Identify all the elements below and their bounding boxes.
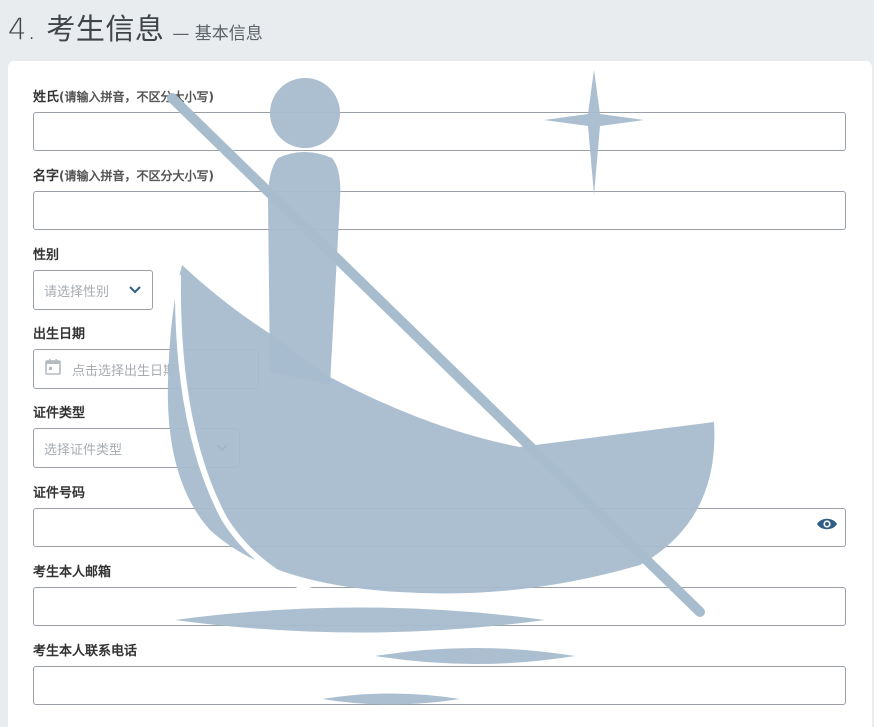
eye-icon[interactable] xyxy=(816,516,838,530)
gender-select[interactable]: 请选择性别 xyxy=(33,270,153,310)
last-name-label-text: 姓氏 xyxy=(33,90,60,105)
chevron-down-icon xyxy=(128,283,142,297)
id-type-label: 证件类型 xyxy=(33,406,86,421)
calendar-icon xyxy=(44,358,62,380)
first-name-label: 名字(请输入拼音，不区分大小写) xyxy=(33,165,214,184)
phone-label: 考生本人联系电话 xyxy=(33,644,138,659)
id-type-placeholder: 选择证件类型 xyxy=(44,442,123,458)
chevron-down-icon xyxy=(215,441,229,455)
last-name-input[interactable] xyxy=(33,112,846,151)
id-number-input[interactable] xyxy=(33,508,846,547)
email-input[interactable] xyxy=(33,587,846,626)
section-header: 4. 考生信息 — 基本信息 xyxy=(8,6,263,50)
birth-date-picker[interactable]: 点击选择出生日期 xyxy=(33,349,259,389)
section-title: 4. 考生信息 xyxy=(8,12,165,46)
birth-date-label: 出生日期 xyxy=(33,327,86,342)
last-name-hint: (请输入拼音，不区分大小写) xyxy=(59,90,214,104)
first-name-hint: (请输入拼音，不区分大小写) xyxy=(59,169,214,183)
first-name-input[interactable] xyxy=(33,191,846,230)
last-name-label: 姓氏(请输入拼音，不区分大小写) xyxy=(33,86,214,105)
email-label: 考生本人邮箱 xyxy=(33,565,112,580)
gender-label: 性别 xyxy=(33,248,60,263)
id-number-label: 证件号码 xyxy=(33,486,86,501)
id-type-select[interactable]: 选择证件类型 xyxy=(33,428,240,468)
birth-date-placeholder: 点击选择出生日期 xyxy=(72,363,177,379)
form-card: 姓氏(请输入拼音，不区分大小写) 名字(请输入拼音，不区分大小写) 性别 请选择… xyxy=(8,61,872,727)
first-name-label-text: 名字 xyxy=(33,169,60,184)
section-subtitle: — 基本信息 xyxy=(172,24,263,44)
phone-input[interactable] xyxy=(33,666,846,705)
gender-placeholder: 请选择性别 xyxy=(44,284,110,300)
